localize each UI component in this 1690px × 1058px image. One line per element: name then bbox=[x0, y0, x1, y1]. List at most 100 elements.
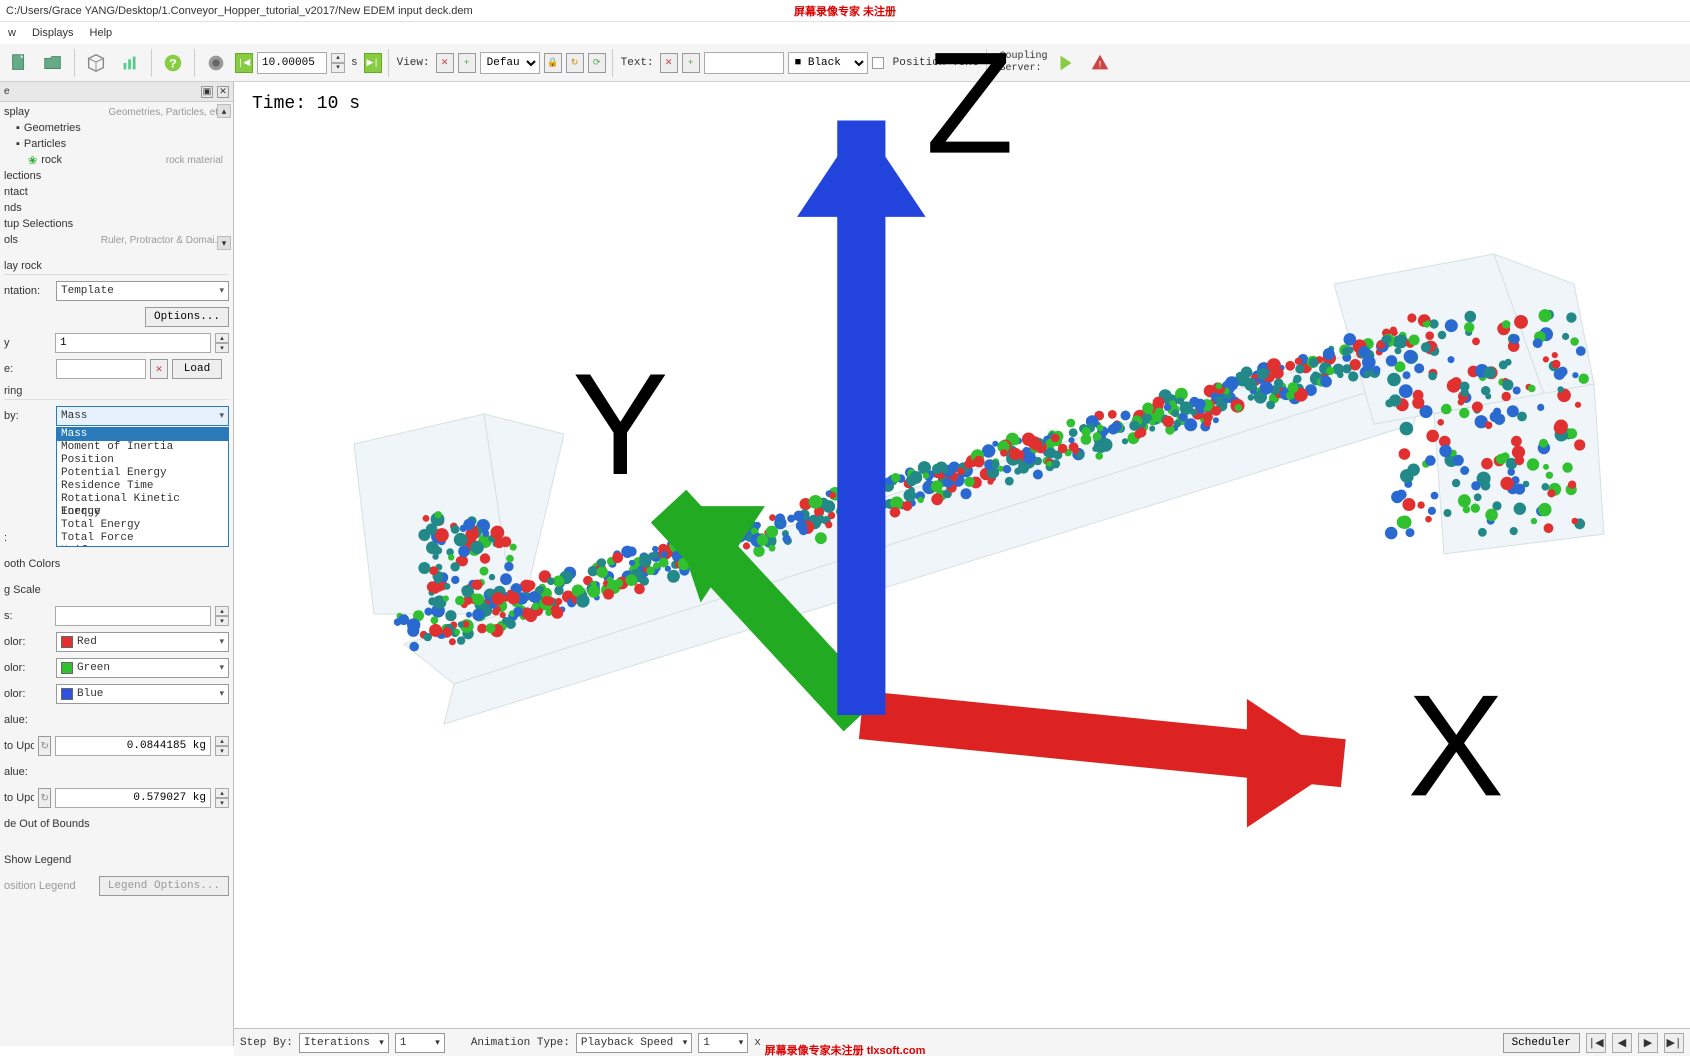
props-section-title: lay rock bbox=[4, 258, 229, 275]
step-forward-button[interactable]: ▶ bbox=[1638, 1033, 1658, 1053]
speed-x-label: x bbox=[754, 1037, 761, 1049]
svg-text:Y: Y bbox=[572, 343, 668, 505]
dropdown-item-tf[interactable]: Total Force bbox=[57, 532, 228, 545]
step-value-select[interactable]: 1 bbox=[395, 1033, 445, 1053]
anim-type-select[interactable]: Playback Speed bbox=[576, 1033, 692, 1053]
step-back-button[interactable]: ◀ bbox=[1612, 1033, 1632, 1053]
tree-panel: ▴ splayGeometries, Particles, etc ▪Geome… bbox=[0, 102, 233, 252]
load-button[interactable]: Load bbox=[172, 359, 222, 379]
ooth-colors-label: ooth Colors bbox=[4, 558, 60, 570]
color1-select[interactable]: Red bbox=[56, 632, 229, 652]
goto-start-button[interactable]: |◀ bbox=[1586, 1033, 1606, 1053]
open-button[interactable] bbox=[38, 48, 68, 78]
e-input[interactable] bbox=[56, 359, 146, 379]
color-by-select[interactable]: Mass Mass Moment of Inertia Position Pot… bbox=[56, 406, 229, 426]
value1-input[interactable] bbox=[55, 736, 211, 756]
speed-select[interactable]: 1 bbox=[698, 1033, 748, 1053]
menu-view[interactable]: w bbox=[8, 27, 16, 39]
y-input[interactable] bbox=[55, 333, 211, 353]
svg-text:?: ? bbox=[169, 56, 177, 71]
tree-display[interactable]: splayGeometries, Particles, etc bbox=[0, 104, 233, 120]
color3-label: olor: bbox=[4, 688, 52, 700]
sidebar: e ▣ ✕ ▴ splayGeometries, Particles, etc … bbox=[0, 82, 234, 1046]
help-button[interactable]: ? bbox=[158, 48, 188, 78]
step-by-select[interactable]: Iterations bbox=[299, 1033, 389, 1053]
svg-text:Z: Z bbox=[926, 22, 1014, 184]
color3-select[interactable]: Blue bbox=[56, 684, 229, 704]
dropdown-item-moment[interactable]: Moment of Inertia bbox=[57, 441, 228, 454]
dropdown-item-te[interactable]: Total Energy bbox=[57, 519, 228, 532]
dropdown-item-pe[interactable]: Potential Energy bbox=[57, 467, 228, 480]
dropdown-item-uniform[interactable]: Uniform bbox=[57, 545, 228, 547]
dropdown-item-rke[interactable]: Rotational Kinetic Energy bbox=[57, 493, 228, 506]
e-label: e: bbox=[4, 363, 52, 375]
y-label: y bbox=[4, 337, 51, 349]
value1-label: alue: bbox=[4, 714, 28, 726]
color2-select[interactable]: Green bbox=[56, 658, 229, 678]
ent-label: : bbox=[4, 532, 52, 544]
3d-viewport[interactable]: Time: 10 s X bbox=[234, 82, 1690, 1046]
value2-spinner[interactable]: ▴▾ bbox=[215, 788, 229, 808]
show-legend-label: Show Legend bbox=[4, 854, 71, 866]
refresh2-button[interactable]: ↻ bbox=[38, 788, 51, 808]
tree-rock[interactable]: ❀rockrock material bbox=[0, 152, 233, 168]
by-label: by: bbox=[4, 410, 52, 422]
sidebar-header: e ▣ ✕ bbox=[0, 82, 233, 102]
dropdown-item-position[interactable]: Position bbox=[57, 454, 228, 467]
de-out-label: de Out of Bounds bbox=[4, 818, 90, 830]
tree-particles[interactable]: ▪Particles bbox=[0, 136, 233, 152]
red-swatch bbox=[61, 636, 73, 648]
value2-input[interactable] bbox=[55, 788, 211, 808]
dropdown-item-mass[interactable]: Mass bbox=[57, 428, 228, 441]
color1-label: olor: bbox=[4, 636, 52, 648]
s-label: s: bbox=[4, 610, 51, 622]
g-scale-label: g Scale bbox=[4, 584, 52, 596]
blue-swatch bbox=[61, 688, 73, 700]
step-by-label: Step By: bbox=[240, 1037, 293, 1049]
options-button[interactable]: Options... bbox=[145, 307, 229, 327]
to-update1-label: to Update bbox=[4, 740, 34, 752]
ring-label: ring bbox=[4, 383, 229, 400]
value1-spinner[interactable]: ▴▾ bbox=[215, 736, 229, 756]
green-swatch bbox=[61, 662, 73, 674]
tree-nds[interactable]: nds bbox=[0, 200, 233, 216]
anim-type-label: Animation Type: bbox=[471, 1037, 570, 1049]
s-input[interactable] bbox=[55, 606, 211, 626]
ntation-select[interactable]: Template bbox=[56, 281, 229, 301]
tree-ntact[interactable]: ntact bbox=[0, 184, 233, 200]
value2-label: alue: bbox=[4, 766, 28, 778]
tree-ols[interactable]: olsRuler, Protractor & Domai... bbox=[0, 232, 233, 248]
new-button[interactable] bbox=[4, 48, 34, 78]
chart-button[interactable] bbox=[115, 48, 145, 78]
record-button[interactable] bbox=[201, 48, 231, 78]
menu-help[interactable]: Help bbox=[90, 27, 113, 39]
e-clear-button[interactable]: ✕ bbox=[150, 359, 168, 379]
first-frame-button[interactable]: |◀ bbox=[235, 53, 253, 73]
bottom-bar: Step By: Iterations 1 Animation Type: Pl… bbox=[234, 1028, 1690, 1056]
svg-text:X: X bbox=[1408, 664, 1504, 826]
legend-options-button[interactable]: Legend Options... bbox=[99, 876, 229, 896]
ntation-label: ntation: bbox=[4, 285, 52, 297]
position-legend-label: osition Legend bbox=[4, 880, 76, 892]
tree-lections[interactable]: lections bbox=[0, 168, 233, 184]
dropdown-item-residence[interactable]: Residence Time bbox=[57, 480, 228, 493]
tree-scroll-down[interactable]: ▾ bbox=[217, 236, 231, 250]
tree-scroll-up[interactable]: ▴ bbox=[217, 104, 231, 118]
refresh1-button[interactable]: ↻ bbox=[38, 736, 51, 756]
cube-view-button[interactable] bbox=[81, 48, 111, 78]
tree-tup-selections[interactable]: tup Selections bbox=[0, 216, 233, 232]
properties-panel: lay rock ntation: Template Options... y … bbox=[0, 252, 233, 1046]
s-spinner[interactable]: ▴▾ bbox=[215, 606, 229, 626]
scheduler-button[interactable]: Scheduler bbox=[1503, 1033, 1580, 1053]
goto-end-button[interactable]: ▶| bbox=[1664, 1033, 1684, 1053]
sidebar-close-button[interactable]: ✕ bbox=[217, 86, 229, 98]
color-by-dropdown[interactable]: Mass Moment of Inertia Position Potentia… bbox=[56, 427, 229, 547]
dropdown-item-torque[interactable]: Torque bbox=[57, 506, 228, 519]
menu-displays[interactable]: Displays bbox=[32, 27, 74, 39]
sidebar-title: e bbox=[4, 86, 10, 97]
axis-widget: X Y Z bbox=[294, 0, 1690, 956]
sidebar-float-button[interactable]: ▣ bbox=[201, 86, 213, 98]
tree-geometries[interactable]: ▪Geometries bbox=[0, 120, 233, 136]
y-spinner[interactable]: ▴▾ bbox=[215, 333, 229, 353]
color2-label: olor: bbox=[4, 662, 52, 674]
